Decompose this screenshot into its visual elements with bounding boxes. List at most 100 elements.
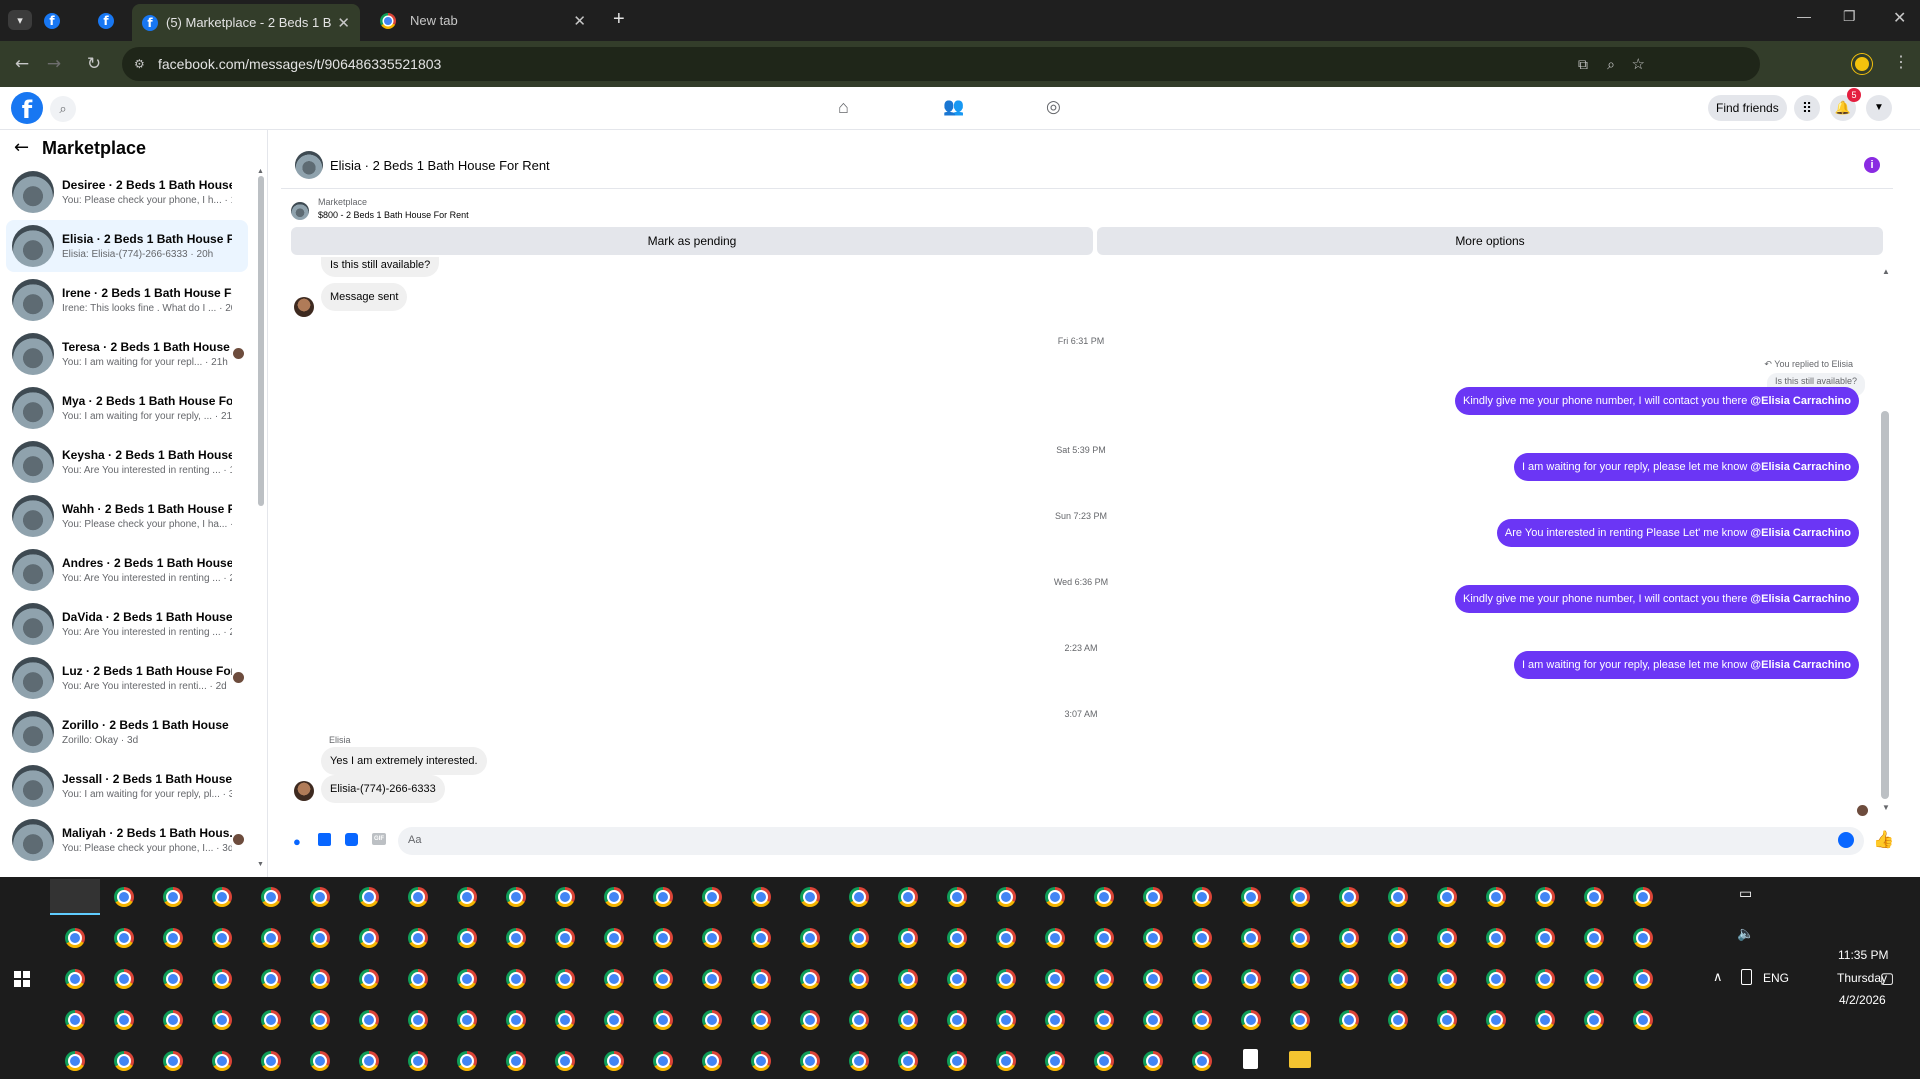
chrome-taskbar-icon[interactable] (310, 969, 330, 989)
tray-expand-icon[interactable]: ∧ (1713, 969, 1723, 985)
outgoing-message[interactable]: Kindly give me your phone number, I will… (1455, 585, 1859, 613)
chrome-taskbar-icon[interactable] (261, 928, 281, 948)
file-icon[interactable] (1243, 1049, 1258, 1069)
incoming-message[interactable]: Yes I am extremely interested. (321, 747, 487, 775)
emoji-icon[interactable] (1838, 832, 1854, 848)
chrome-taskbar-icon[interactable] (996, 969, 1016, 989)
photo-icon[interactable] (318, 833, 331, 846)
volume-icon[interactable]: 🔈 (1737, 925, 1754, 942)
menu-grid-icon[interactable]: ⠿ (1794, 95, 1820, 121)
chrome-taskbar-icon[interactable] (1388, 1010, 1408, 1030)
chrome-taskbar-icon[interactable] (163, 887, 183, 907)
listing-thumbnail[interactable] (291, 202, 309, 220)
tab-facebook-1[interactable]: f (44, 6, 74, 35)
chrome-taskbar-icon[interactable] (1437, 1010, 1457, 1030)
chrome-taskbar-icon[interactable] (947, 1051, 967, 1071)
chrome-taskbar-icon[interactable] (212, 928, 232, 948)
chrome-taskbar-icon[interactable] (261, 1051, 281, 1071)
chrome-taskbar-icon[interactable] (702, 928, 722, 948)
close-tab-icon[interactable]: ✕ (337, 14, 350, 32)
clock-time[interactable]: 11:35 PM (1838, 948, 1888, 962)
profile-avatar[interactable] (1852, 54, 1872, 74)
address-bar[interactable]: ⚙ facebook.com/messages/t/90648633552180… (122, 47, 1760, 81)
account-chevron-icon[interactable]: ▼ (1866, 95, 1892, 121)
message-input[interactable]: Aa (398, 827, 1864, 855)
chrome-taskbar-icon[interactable] (898, 887, 918, 907)
notification-center-icon[interactable]: ▢ (1880, 969, 1894, 987)
chrome-taskbar-icon[interactable] (898, 1051, 918, 1071)
conversation-item[interactable]: Irene · 2 Beds 1 Bath House For ... Irene… (6, 274, 248, 326)
chrome-taskbar-icon[interactable] (261, 969, 281, 989)
contact-avatar[interactable] (294, 781, 314, 801)
chrome-taskbar-icon[interactable] (1143, 887, 1163, 907)
chrome-taskbar-icon[interactable] (996, 1010, 1016, 1030)
chrome-taskbar-icon[interactable] (1633, 887, 1653, 907)
chrome-taskbar-icon[interactable] (212, 969, 232, 989)
chrome-taskbar-icon[interactable] (212, 1010, 232, 1030)
chrome-taskbar-icon[interactable] (1241, 1010, 1261, 1030)
chrome-taskbar-icon[interactable] (1535, 1010, 1555, 1030)
chrome-taskbar-icon[interactable] (163, 969, 183, 989)
chrome-taskbar-icon[interactable] (996, 887, 1016, 907)
chrome-taskbar-icon[interactable] (604, 887, 624, 907)
friends-icon[interactable]: 👥 (943, 97, 964, 117)
chrome-taskbar-icon[interactable] (947, 928, 967, 948)
groups-icon[interactable]: ◎ (1046, 97, 1061, 117)
chrome-taskbar-icon[interactable] (604, 969, 624, 989)
chrome-taskbar-icon[interactable] (898, 969, 918, 989)
chrome-taskbar-icon[interactable] (604, 1051, 624, 1071)
outgoing-message[interactable]: Are You interested in renting Please Let… (1496, 519, 1859, 547)
chrome-taskbar-icon[interactable] (702, 969, 722, 989)
chrome-taskbar-icon[interactable] (1045, 887, 1065, 907)
chrome-taskbar-icon[interactable] (1339, 969, 1359, 989)
tab-marketplace[interactable]: f (5) Marketplace - 2 Beds 1 Bath ✕ (132, 4, 360, 41)
chrome-taskbar-icon[interactable] (1339, 928, 1359, 948)
chrome-taskbar-icon[interactable] (1535, 887, 1555, 907)
incoming-message[interactable]: Is this still available? (321, 257, 440, 277)
close-window-button[interactable]: ✕ (1893, 8, 1906, 28)
minimize-button[interactable]: — (1797, 8, 1811, 24)
chrome-taskbar-icon[interactable] (1584, 928, 1604, 948)
chrome-taskbar-icon[interactable] (1388, 887, 1408, 907)
browser-menu-icon[interactable]: ⋮ (1893, 52, 1909, 72)
chrome-taskbar-icon[interactable] (65, 969, 85, 989)
scroll-down-icon[interactable]: ▼ (257, 861, 264, 868)
chrome-taskbar-icon[interactable] (457, 928, 477, 948)
chrome-taskbar-icon[interactable] (604, 1010, 624, 1030)
chrome-taskbar-icon[interactable] (849, 928, 869, 948)
chrome-taskbar-icon[interactable] (653, 1010, 673, 1030)
chrome-taskbar-icon[interactable] (408, 928, 428, 948)
conversation-item[interactable]: Mya · 2 Beds 1 Bath House For ... You: I … (6, 382, 248, 434)
search-icon[interactable]: ⌕ (50, 96, 76, 122)
chrome-taskbar-icon[interactable] (310, 1051, 330, 1071)
chrome-taskbar-icon[interactable] (1486, 928, 1506, 948)
network-icon[interactable]: ▭ (1739, 885, 1752, 902)
chrome-taskbar-icon[interactable] (1045, 1051, 1065, 1071)
chrome-taskbar-icon[interactable] (506, 1051, 526, 1071)
chrome-taskbar-icon[interactable] (653, 1051, 673, 1071)
chrome-taskbar-icon[interactable] (261, 887, 281, 907)
chrome-taskbar-icon[interactable] (555, 928, 575, 948)
chrome-taskbar-icon[interactable] (555, 1010, 575, 1030)
chrome-taskbar-icon[interactable] (702, 887, 722, 907)
conversation-item[interactable]: Keysha · 2 Beds 1 Bath House F... You: Ar… (6, 436, 248, 488)
chrome-taskbar-icon[interactable] (1486, 887, 1506, 907)
chrome-taskbar-icon[interactable] (751, 969, 771, 989)
chrome-taskbar-icon[interactable] (65, 1051, 85, 1071)
home-icon[interactable]: ⌂ (838, 97, 849, 118)
chrome-taskbar-icon[interactable] (1192, 887, 1212, 907)
chrome-taskbar-icon[interactable] (114, 887, 134, 907)
chrome-taskbar-icon[interactable] (408, 887, 428, 907)
chrome-taskbar-icon[interactable] (163, 1010, 183, 1030)
new-tab-button[interactable]: + (613, 8, 625, 31)
chrome-taskbar-icon[interactable] (1633, 928, 1653, 948)
chrome-taskbar-icon[interactable] (114, 1010, 134, 1030)
chrome-taskbar-icon[interactable] (800, 887, 820, 907)
chrome-taskbar-icon[interactable] (1633, 1010, 1653, 1030)
chrome-taskbar-icon[interactable] (65, 928, 85, 948)
chrome-taskbar-icon[interactable] (1192, 969, 1212, 989)
chrome-taskbar-icon[interactable] (114, 928, 134, 948)
chrome-taskbar-icon[interactable] (310, 928, 330, 948)
chrome-taskbar-icon[interactable] (1094, 887, 1114, 907)
chat-avatar[interactable] (295, 151, 323, 179)
